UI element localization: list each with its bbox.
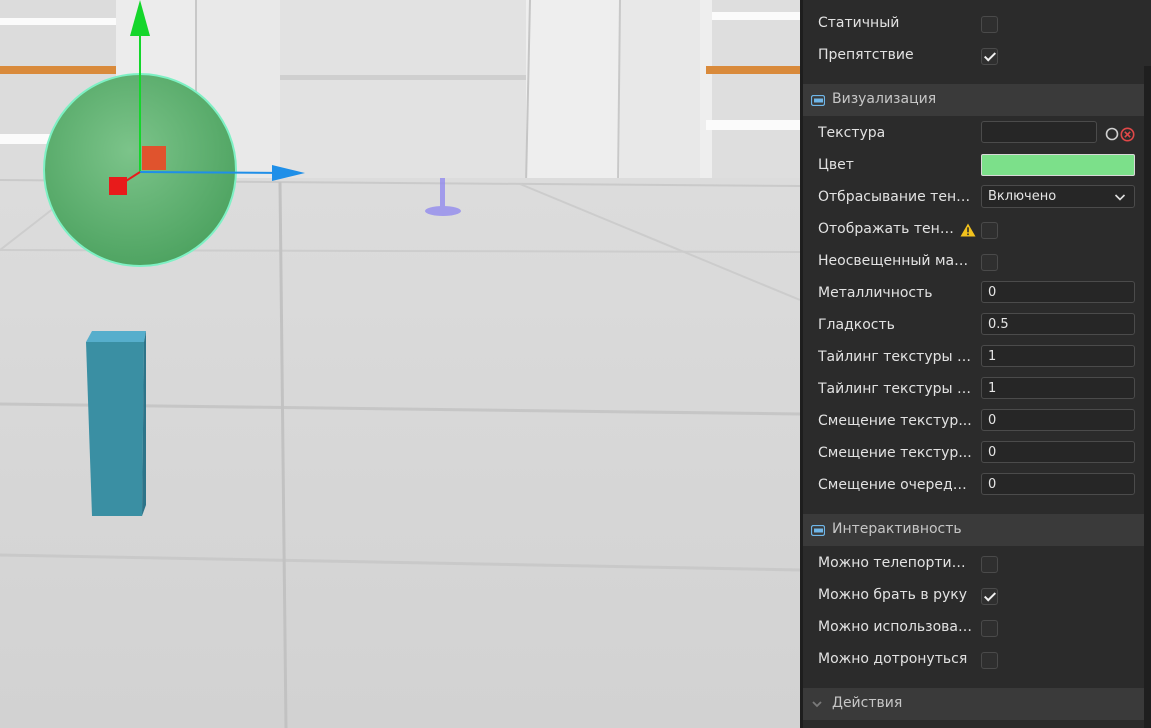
use-row: Можно использовать <box>818 612 1138 644</box>
static-label: Статичный <box>818 15 900 31</box>
metallic-input[interactable]: 0 <box>981 281 1135 303</box>
offset-x-label: Смещение текстур... <box>818 413 972 429</box>
interactivity-section-title: Интерактивность <box>832 521 962 537</box>
color-row: Цвет <box>818 150 1138 182</box>
actions-section-header[interactable]: Действия <box>803 688 1144 720</box>
interactivity-section-header[interactable]: Интерактивность <box>803 514 1144 546</box>
color-label: Цвет <box>818 157 854 173</box>
display-shadows-label: Отображать тени... <box>818 221 958 237</box>
cast-shadows-row: Отбрасывание теней Включено <box>818 182 1138 214</box>
cast-shadows-dropdown[interactable]: Включено <box>981 185 1135 208</box>
unlit-material-checkbox[interactable] <box>981 254 998 271</box>
unlit-material-row: Неосвещенный мат... <box>818 246 1138 278</box>
display-shadows-row: Отображать тени... <box>818 214 1138 246</box>
cast-shadows-label: Отбрасывание теней <box>818 189 973 205</box>
inspector-scrollbar[interactable] <box>1144 66 1151 728</box>
touch-label: Можно дотронуться <box>818 651 968 667</box>
texture-label: Текстура <box>818 125 886 141</box>
texture-row: Текстура <box>818 118 1138 150</box>
tiling-y-label: Тайлинг текстуры п... <box>818 381 973 397</box>
scene-viewport[interactable] <box>0 0 800 728</box>
grab-checkbox[interactable] <box>981 588 998 605</box>
grab-row: Можно брать в руку <box>818 580 1138 612</box>
chevron-down-icon <box>811 697 823 713</box>
static-row: Статичный <box>818 8 1138 40</box>
offset-x-input[interactable]: 0 <box>981 409 1135 431</box>
static-checkbox[interactable] <box>981 16 998 33</box>
visualization-section-header[interactable]: Визуализация <box>803 84 1144 116</box>
warning-icon <box>960 223 976 241</box>
visualization-section-title: Визуализация <box>832 91 937 107</box>
obstacle-checkbox[interactable] <box>981 48 998 65</box>
touch-row: Можно дотронуться <box>818 644 1138 676</box>
touch-checkbox[interactable] <box>981 652 998 669</box>
smoothness-input[interactable]: 0.5 <box>981 313 1135 335</box>
display-shadows-checkbox[interactable] <box>981 222 998 239</box>
tiling-x-label: Тайлинг текстуры п... <box>818 349 973 365</box>
texture-field[interactable] <box>981 121 1097 143</box>
teleport-checkbox[interactable] <box>981 556 998 573</box>
pick-object-icon[interactable] <box>1105 127 1119 145</box>
queue-offset-row: Смещение очереди... 0 <box>818 470 1138 502</box>
teleport-label: Можно телепортир... <box>818 555 973 571</box>
offset-y-label: Смещение текстур... <box>818 445 972 461</box>
color-swatch[interactable] <box>981 154 1135 176</box>
tiling-y-input[interactable]: 1 <box>981 377 1135 399</box>
collapse-icon <box>810 94 826 110</box>
clear-texture-icon[interactable] <box>1120 127 1135 146</box>
inspector-panel: Статичный Препятствие Визуализация Текст… <box>800 0 1151 728</box>
use-checkbox[interactable] <box>981 620 998 637</box>
collapse-icon <box>810 524 826 540</box>
tiling-y-row: Тайлинг текстуры п... 1 <box>818 374 1138 406</box>
offset-x-row: Смещение текстур... 0 <box>818 406 1138 438</box>
use-label: Можно использовать <box>818 619 973 635</box>
smoothness-row: Гладкость 0.5 <box>818 310 1138 342</box>
scene-render <box>0 0 800 728</box>
queue-offset-label: Смещение очереди... <box>818 477 973 493</box>
obstacle-row: Препятствие <box>818 40 1138 72</box>
tiling-x-input[interactable]: 1 <box>981 345 1135 367</box>
grab-label: Можно брать в руку <box>818 587 967 603</box>
teleport-row: Можно телепортир... <box>818 548 1138 580</box>
obstacle-label: Препятствие <box>818 47 914 63</box>
tiling-x-row: Тайлинг текстуры п... 1 <box>818 342 1138 374</box>
chevron-down-icon <box>1114 191 1126 206</box>
offset-y-input[interactable]: 0 <box>981 441 1135 463</box>
actions-section-title: Действия <box>832 695 903 711</box>
queue-offset-input[interactable]: 0 <box>981 473 1135 495</box>
smoothness-label: Гладкость <box>818 317 895 333</box>
metallic-label: Металличность <box>818 285 933 301</box>
offset-y-row: Смещение текстур... 0 <box>818 438 1138 470</box>
cast-shadows-value: Включено <box>988 189 1057 204</box>
metallic-row: Металличность 0 <box>818 278 1138 310</box>
unlit-material-label: Неосвещенный мат... <box>818 253 973 269</box>
